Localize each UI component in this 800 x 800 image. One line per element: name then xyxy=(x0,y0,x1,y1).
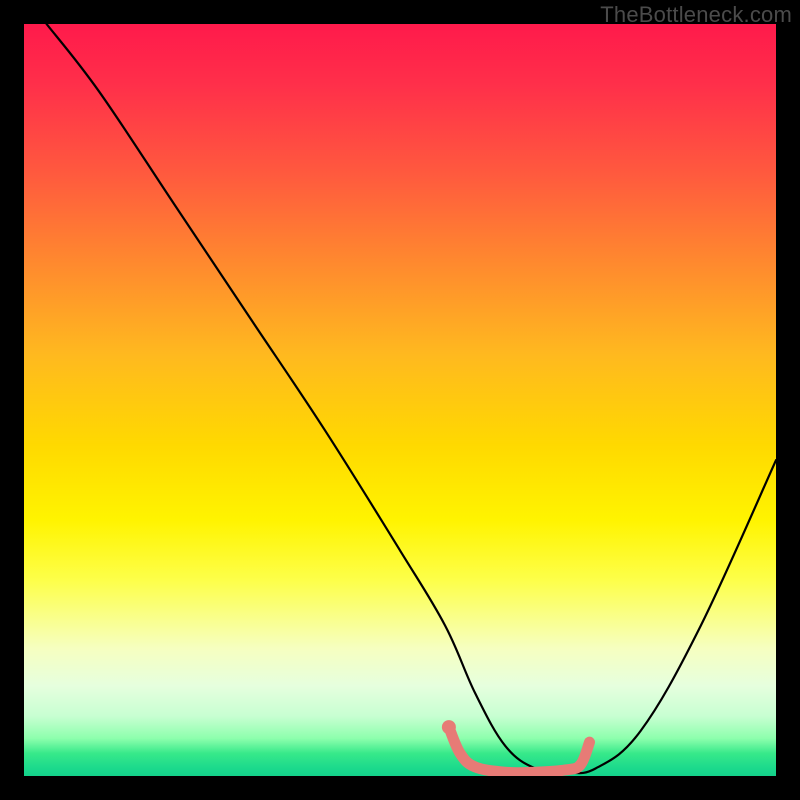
plot-area xyxy=(24,24,776,776)
salmon-start-dot-icon xyxy=(442,720,456,734)
main-black-curve xyxy=(47,24,776,773)
chart-frame: TheBottleneck.com xyxy=(0,0,800,800)
chart-svg xyxy=(24,24,776,776)
salmon-accent-segment xyxy=(449,727,590,773)
